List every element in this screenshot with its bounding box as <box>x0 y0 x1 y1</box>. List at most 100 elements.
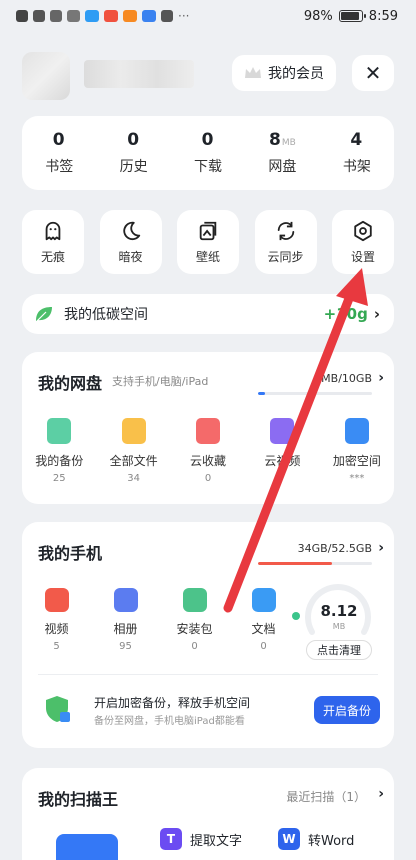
item-count: 0 <box>260 641 267 652</box>
status-icons: ··· <box>16 9 189 23</box>
text-icon: T <box>160 828 182 850</box>
app-notification-icon <box>142 10 156 22</box>
stat-4[interactable]: 4 书架 <box>320 116 394 190</box>
stat-1[interactable]: 0 历史 <box>96 116 170 190</box>
folder-icon <box>344 418 369 444</box>
cloud-disk-usage-bar <box>258 392 372 395</box>
cloud-disk-item[interactable]: 云收藏 0 <box>171 418 245 484</box>
tool-wallpaper[interactable]: 壁纸 <box>177 210 239 274</box>
to-word-label: 转Word <box>308 833 355 849</box>
cloud-disk-capacity[interactable]: 8MB/10GB <box>314 372 372 385</box>
item-label: 安装包 <box>176 622 213 636</box>
enable-backup-button[interactable]: 开启备份 <box>314 696 380 724</box>
backup-shield-icon <box>46 696 70 722</box>
sync-icon <box>277 221 294 240</box>
phone-item[interactable]: 视频 5 <box>22 588 91 652</box>
media-icon <box>251 588 276 612</box>
extract-text-button[interactable]: T 提取文字 <box>160 826 242 852</box>
scan-document-icon[interactable] <box>56 834 118 860</box>
item-count: *** <box>349 473 365 484</box>
stat-label: 下载 <box>194 159 223 175</box>
stat-value: 0 <box>201 130 214 150</box>
phone-usage-fill <box>258 562 333 565</box>
vip-label: 我的会员 <box>268 66 324 82</box>
phone-item[interactable]: 文档 0 <box>229 588 298 652</box>
item-label: 视频 <box>44 622 69 636</box>
close-button[interactable]: ✕ <box>352 55 394 91</box>
app-notification-icon <box>85 10 99 22</box>
cloud-disk-item[interactable]: 我的备份 25 <box>22 418 96 484</box>
backup-title: 开启加密备份，释放手机空间 <box>94 696 251 710</box>
media-icon <box>182 588 207 612</box>
cloud-disk-title: 我的网盘 <box>38 374 103 393</box>
recent-scans[interactable]: 最近扫描（1） <box>286 788 366 805</box>
phone-item[interactable]: 安装包 0 <box>160 588 229 652</box>
cloud-disk-usage-fill <box>258 392 265 395</box>
tool-incognito[interactable]: 无痕 <box>22 210 84 274</box>
chevron-right-icon[interactable]: › <box>378 540 384 556</box>
stat-label: 书签 <box>45 159 74 175</box>
folder-icon <box>47 418 72 444</box>
tool-night-mode[interactable]: 暗夜 <box>99 210 162 274</box>
username-blurred[interactable] <box>84 60 194 88</box>
stat-label: 历史 <box>119 159 148 175</box>
battery-percent: 98% <box>303 8 333 24</box>
tool-label: 壁纸 <box>195 249 220 264</box>
backup-promo[interactable]: 开启加密备份，释放手机空间 备份至网盘，手机电脑iPad都能看 开启备份 <box>36 690 380 730</box>
phone-items: 视频 5 相册 95 安装包 0 文档 0 <box>22 588 298 652</box>
cloud-disk-card: 我的网盘 支持手机/电脑/iPad 8MB/10GB › 我的备份 25 全部文件 3… <box>22 352 394 504</box>
item-label: 云收藏 <box>190 454 227 468</box>
ghost-icon <box>45 221 61 240</box>
low-carbon-row[interactable]: 我的低碳空间 +10g › <box>22 294 394 334</box>
stat-value: 4 <box>350 130 363 150</box>
tool-label: 设置 <box>350 249 375 264</box>
scanner-title: 我的扫描王 <box>38 790 119 809</box>
chevron-right-icon[interactable]: › <box>378 370 384 386</box>
item-label: 我的备份 <box>35 454 84 468</box>
stat-0[interactable]: 0 书签 <box>22 116 96 190</box>
item-label: 全部文件 <box>109 454 158 468</box>
vip-button[interactable]: 我的会员 <box>232 55 336 91</box>
clock: 8:59 <box>368 8 398 24</box>
avatar[interactable] <box>22 52 70 100</box>
stat-value: 0 <box>52 130 65 150</box>
my-phone-title: 我的手机 <box>38 544 103 563</box>
low-carbon-value: +10g <box>323 305 368 323</box>
stat-value: 8MB <box>269 130 296 150</box>
cloud-disk-item[interactable]: 云视频 <box>245 418 319 484</box>
stats-card: 0 书签 0 历史 0 下载 8MB 网盘 4 书架 <box>22 116 394 190</box>
wifi-icon <box>67 10 80 22</box>
profile-header: 我的会员 ✕ <box>22 52 394 100</box>
clean-button[interactable]: 点击清理 <box>306 640 372 660</box>
cloud-disk-items: 我的备份 25 全部文件 34 云收藏 0 云视频 加密空间 *** <box>22 418 394 484</box>
shield-notification-icon <box>161 10 173 22</box>
app-notification-icon <box>123 10 137 22</box>
backup-subtitle: 备份至网盘，手机电脑iPad都能看 <box>94 716 245 727</box>
chevron-right-icon: › <box>373 305 380 323</box>
cloud-disk-item[interactable]: 加密空间 *** <box>320 418 394 484</box>
item-count: 5 <box>53 641 60 652</box>
tool-label: 云同步 <box>267 249 304 264</box>
folder-icon <box>121 418 146 444</box>
phone-capacity[interactable]: 34GB/52.5GB <box>298 542 372 555</box>
signal-icon <box>33 10 45 22</box>
item-label: 相册 <box>113 622 138 636</box>
item-count: 95 <box>119 641 132 652</box>
wallpaper-icon <box>199 221 217 240</box>
tools-row: 无痕 暗夜 壁纸 云同步 设置 <box>22 210 394 274</box>
junk-value: 8.12 <box>320 602 358 620</box>
chevron-right-icon[interactable]: › <box>378 786 384 802</box>
stat-2[interactable]: 0 下载 <box>171 116 245 190</box>
stat-3[interactable]: 8MB 网盘 <box>245 116 319 190</box>
phone-item[interactable]: 相册 95 <box>91 588 160 652</box>
to-word-button[interactable]: W 转Word <box>278 826 354 852</box>
settings-icon <box>354 220 372 241</box>
signal2-icon <box>50 10 62 22</box>
stat-label: 书架 <box>342 159 371 175</box>
cloud-disk-item[interactable]: 全部文件 34 <box>96 418 170 484</box>
phone-usage-bar <box>258 562 372 565</box>
tool-cloud-sync[interactable]: 云同步 <box>254 210 317 274</box>
stat-value: 0 <box>127 130 140 150</box>
leaf-icon <box>36 307 52 322</box>
tool-settings[interactable]: 设置 <box>332 210 394 274</box>
